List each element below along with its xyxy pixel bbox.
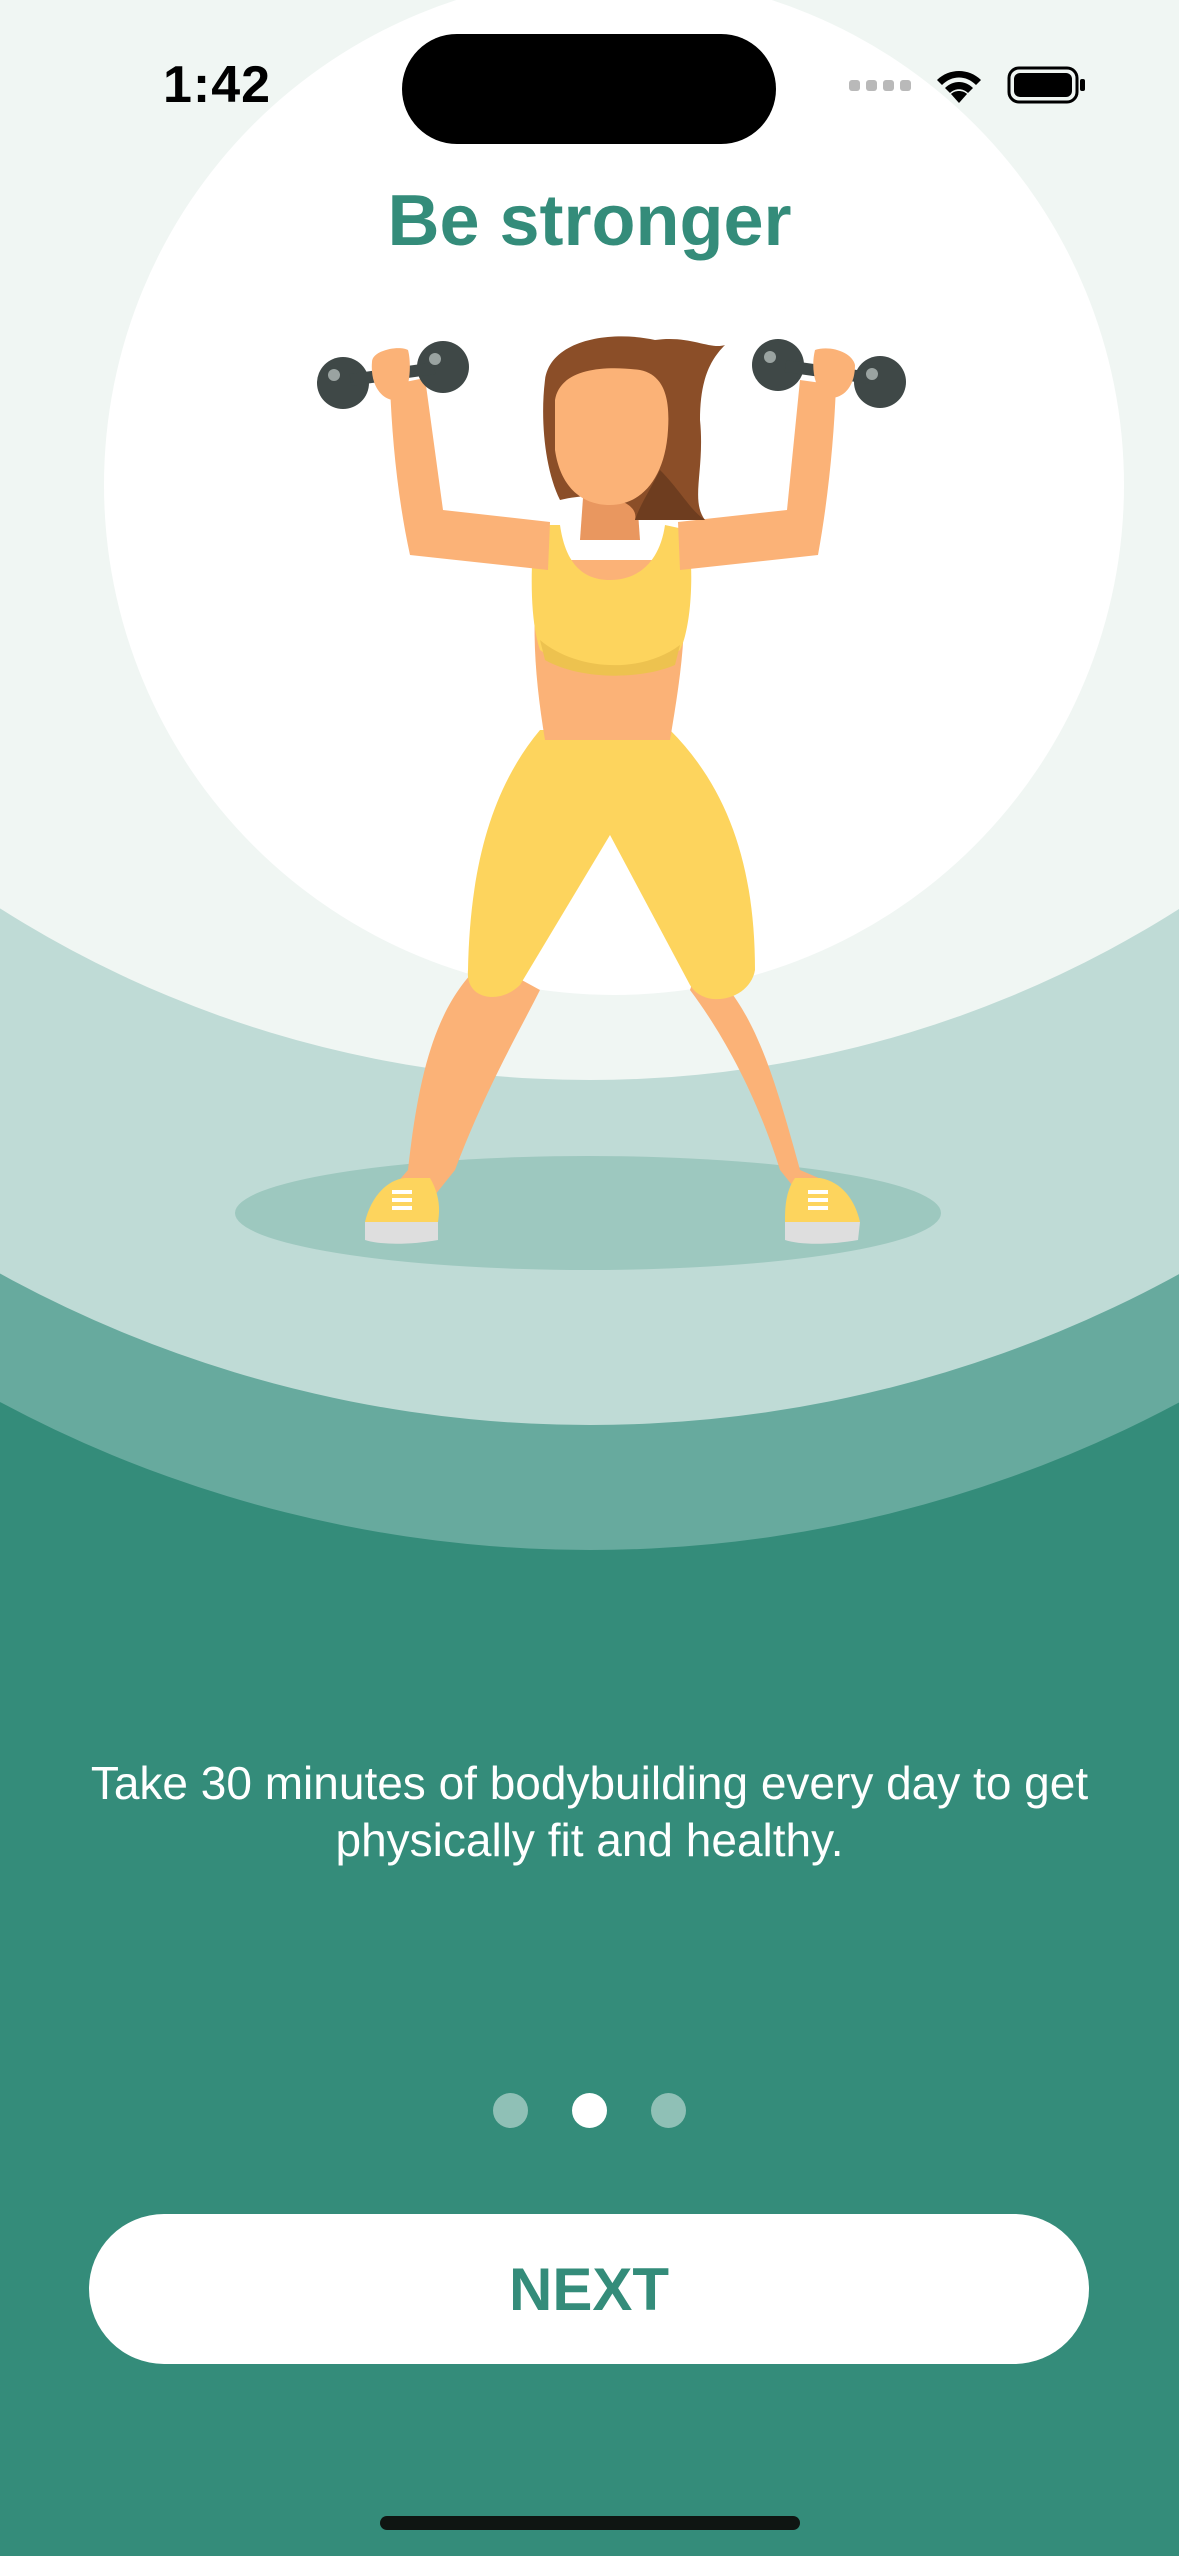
page-indicator xyxy=(0,2093,1179,2128)
onboarding-caption: Take 30 minutes of bodybuilding every da… xyxy=(90,1757,1089,1866)
onboarding-title: Be stronger xyxy=(387,181,792,261)
battery-icon xyxy=(1007,66,1085,104)
next-button[interactable]: NEXT xyxy=(89,2214,1089,2364)
wifi-icon xyxy=(937,71,981,103)
onboarding-illustration xyxy=(0,0,1179,2556)
status-time: 1:42 xyxy=(163,56,272,114)
cellular-signal-icon xyxy=(849,79,911,91)
page-dot-1[interactable] xyxy=(493,2093,528,2128)
status-icons xyxy=(849,60,1087,110)
page-dot-2-active[interactable] xyxy=(572,2093,607,2128)
page-dot-3[interactable] xyxy=(651,2093,686,2128)
dynamic-island xyxy=(402,34,776,144)
home-indicator[interactable] xyxy=(380,2516,800,2530)
